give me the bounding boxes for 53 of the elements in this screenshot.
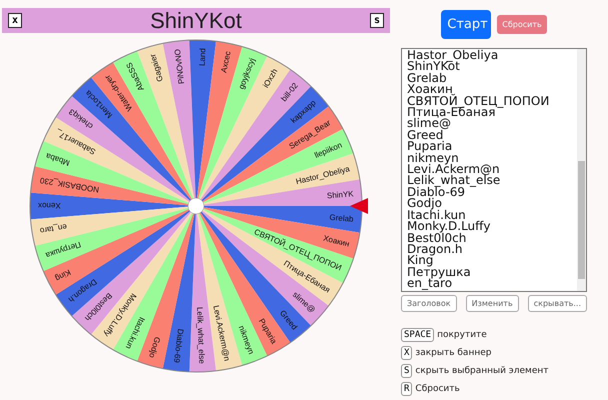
key-cap: S bbox=[401, 364, 412, 378]
shortcut-description: скрыть выбранный элемент bbox=[415, 366, 548, 376]
name-entry: Diablo-69 bbox=[407, 186, 466, 198]
name-entry: slime@ bbox=[407, 118, 451, 130]
shortcut-description: покрутите bbox=[437, 330, 487, 340]
close-key[interactable]: x bbox=[8, 13, 22, 28]
segment-label: ShinYK bbox=[326, 189, 354, 200]
segment-label: Lelik_what_else bbox=[195, 306, 206, 364]
segment-label: PiNOvNO bbox=[172, 48, 186, 84]
name-entry: Grelab bbox=[407, 72, 447, 84]
name-entry: Хоакин bbox=[407, 84, 453, 96]
list-action-button[interactable]: Изменить bbox=[466, 295, 519, 312]
name-entry: Itachi.kun bbox=[407, 210, 466, 222]
name-entry: nikmeyn bbox=[407, 152, 459, 164]
name-entry: en_taro bbox=[407, 278, 452, 290]
name-entry: Godjo bbox=[407, 198, 442, 210]
segment-label: Mbaba bbox=[44, 151, 71, 168]
name-entry: Птица-Ебаная bbox=[407, 107, 496, 118]
name-entry: Dragon.h bbox=[407, 244, 463, 256]
segment-label: Grelab bbox=[329, 212, 354, 224]
key-cap: X bbox=[401, 346, 412, 360]
name-entry: Best0l0ch bbox=[407, 232, 466, 244]
segment-label: King bbox=[54, 268, 72, 283]
name-entry: ShinYKot bbox=[407, 61, 460, 73]
list-action-button[interactable]: скрывать... bbox=[528, 295, 587, 312]
shortcut-description: Сбросить bbox=[415, 384, 460, 394]
segment-label: Land bbox=[198, 48, 208, 66]
name-entry: Greed bbox=[407, 130, 444, 142]
name-entry: King bbox=[407, 255, 434, 267]
wheel-hub bbox=[188, 198, 204, 214]
shortcut-description: закрыть баннер bbox=[415, 348, 492, 358]
name-entry: Петрушка bbox=[407, 266, 472, 278]
start-button[interactable]: Старт bbox=[441, 10, 492, 39]
segment-label: Gagaier bbox=[148, 52, 165, 83]
pointer-marker bbox=[350, 198, 368, 214]
segment-label: en_taro bbox=[39, 222, 68, 236]
segment-label: Godjo bbox=[147, 336, 162, 359]
names-textarea[interactable] bbox=[401, 48, 587, 292]
list-action-button[interactable]: Заголовок bbox=[401, 295, 457, 312]
segment-label: Xenox bbox=[38, 201, 61, 210]
name-entry: Levi.Ackerm@n bbox=[407, 164, 501, 176]
key-cap: R bbox=[401, 382, 412, 396]
scrollbar[interactable] bbox=[577, 49, 586, 291]
name-entry: СВЯТОЙ_ОТЕЦ_ПОПОИ bbox=[407, 96, 550, 108]
segment-label: Diablo-69 bbox=[172, 328, 186, 364]
name-entry: Monky.D.Luffy bbox=[407, 221, 492, 232]
hide-key[interactable]: s bbox=[370, 13, 384, 28]
key-cap: SPACE bbox=[401, 328, 434, 342]
banner-title: ShinYKot bbox=[150, 8, 242, 34]
name-entry: Puparia bbox=[407, 141, 452, 153]
segment-label: Axcec bbox=[219, 50, 232, 74]
name-entry: Hastor_Obeliya bbox=[407, 50, 500, 62]
name-entry: Lelik_what_else bbox=[407, 175, 502, 187]
